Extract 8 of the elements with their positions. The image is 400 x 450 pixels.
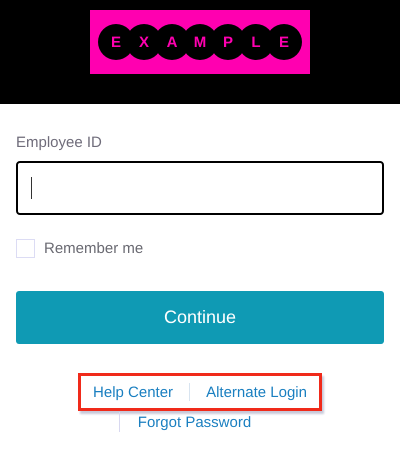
link[interactable]: Forgot Password: [138, 414, 252, 430]
continue-button[interactable]: Continue: [16, 291, 384, 344]
field-label: Employee ID: [16, 134, 103, 151]
checkbox[interactable]: [16, 239, 35, 258]
link[interactable]: Alternate Login: [206, 384, 307, 400]
checkbox-label: Remember me: [44, 240, 144, 257]
employee-id-field[interactable]: [16, 161, 384, 215]
link[interactable]: Help Center: [93, 384, 174, 400]
